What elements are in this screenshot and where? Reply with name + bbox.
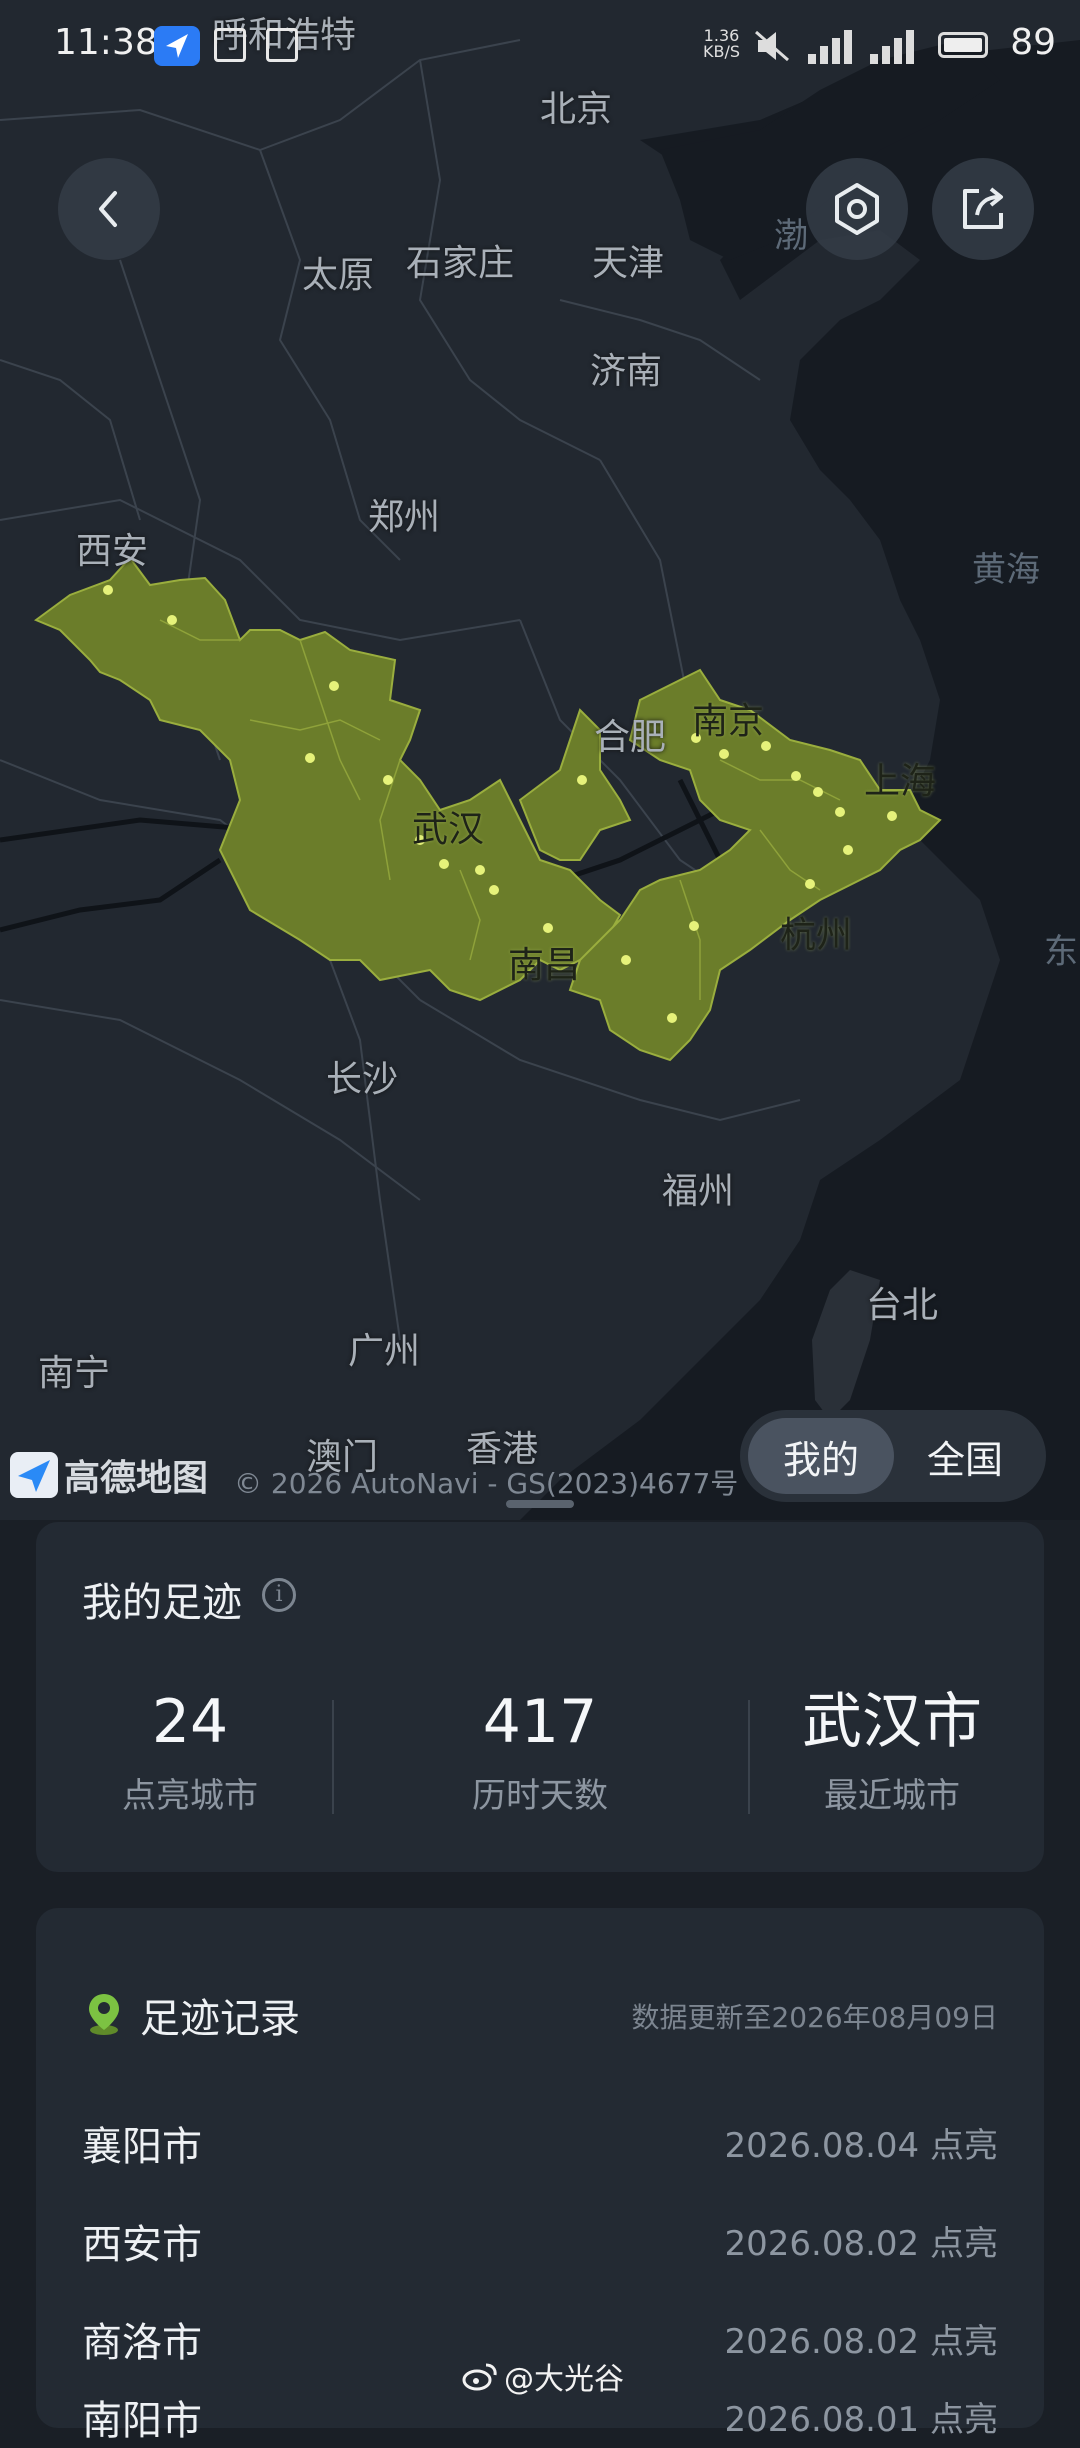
record-row[interactable]: 襄阳市 2026.08.04 点亮 (82, 2114, 998, 2174)
records-card: 足迹记录 数据更新至2026年08月09日 襄阳市 2026.08.04 点亮 … (36, 1908, 1044, 2444)
lit-city-dot (719, 749, 729, 759)
watermark-text: @大光谷 (504, 2362, 624, 2397)
lit-city-dot (843, 845, 853, 855)
map-label-hangzhou: 杭州 (780, 915, 853, 956)
record-city: 襄阳市 (82, 2124, 202, 2170)
lit-city-dot (439, 859, 449, 869)
network-speed: 1.36 KB/S (703, 28, 740, 60)
footprint-card: 我的足迹 i 24 点亮城市 417 历时天数 武汉市 最近城市 (36, 1522, 1044, 1872)
map-label-xian: 西安 (76, 531, 149, 572)
map-copyright: © 2026 AutoNavi - GS(2023)4677号 (234, 1467, 739, 1500)
lit-city-dot (689, 921, 699, 931)
map-label-hefei: 合肥 (594, 717, 667, 758)
records-title: 足迹记录 (140, 1996, 300, 2042)
stat-value: 417 (482, 1687, 598, 1757)
settings-button[interactable] (806, 158, 908, 260)
lit-city-dot (621, 955, 631, 965)
share-icon (963, 187, 1003, 229)
map-label-wuhan: 武汉 (412, 809, 485, 850)
record-row[interactable]: 西安市 2026.08.02 点亮 (82, 2212, 998, 2272)
lit-city-dot (835, 807, 845, 817)
records-updated: 数据更新至2026年08月09日 (631, 2001, 998, 2034)
lit-city-dot (805, 879, 815, 889)
record-date: 2026.08.01 点亮 (724, 2400, 998, 2440)
toggle-national[interactable]: 全国 (892, 1418, 1038, 1494)
record-date: 2026.08.02 点亮 (724, 2224, 998, 2264)
map-label-east-sea: 东 (1044, 932, 1078, 972)
lit-city-dot (305, 753, 315, 763)
chevron-left-icon (99, 191, 117, 227)
map-label-bohai: 渤 (774, 216, 808, 256)
battery-percent: 89 (1010, 22, 1056, 63)
back-button[interactable] (58, 158, 160, 260)
stat-days: 417 历时天数 (390, 1686, 690, 1817)
stat-divider (332, 1700, 334, 1814)
map-label-nanning: 南宁 (38, 1353, 111, 1394)
signal-icon (870, 30, 914, 64)
map-label-nanjing: 南京 (692, 701, 765, 742)
scope-toggle[interactable]: 我的 全国 (740, 1410, 1046, 1502)
record-city: 商洛市 (82, 2320, 202, 2366)
record-date: 2026.08.04 点亮 (724, 2126, 998, 2166)
map-label-yellow-sea: 黄海 (972, 550, 1040, 590)
lit-city-dot (329, 681, 339, 691)
network-speed-unit: KB/S (702, 42, 740, 61)
stat-recent-city: 武汉市 最近城市 (742, 1686, 1042, 1817)
share-button[interactable] (932, 158, 1034, 260)
location-pin-icon (89, 1994, 119, 2035)
lit-city-dot (667, 1013, 677, 1023)
notification-icon (266, 28, 298, 62)
stat-label: 最近城市 (824, 1776, 960, 1816)
amap-logo-icon (10, 1452, 58, 1498)
map-label-guangzhou: 广州 (348, 1331, 421, 1372)
status-time: 11:38 (54, 22, 158, 63)
map-label-jinan: 济南 (590, 351, 663, 392)
mute-icon (755, 30, 789, 62)
amap-logo: 高德地图 (10, 1450, 208, 1500)
stat-lit-cities: 24 点亮城市 (40, 1686, 340, 1817)
lit-city-dot (383, 775, 393, 785)
map-label-zhengzhou: 郑州 (368, 497, 441, 538)
weibo-icon (462, 2363, 497, 2391)
signal-5g-icon (808, 30, 852, 64)
map-label-changsha: 长沙 (326, 1059, 399, 1100)
map-label-shijiazhuang: 石家庄 (406, 243, 515, 284)
lit-city-dot (475, 865, 485, 875)
battery-icon (938, 32, 988, 58)
stat-label: 点亮城市 (122, 1776, 258, 1816)
map-label-taiyuan: 太原 (302, 255, 375, 296)
lit-city-dot (103, 585, 113, 595)
stat-value: 24 (151, 1687, 229, 1757)
lit-city-dot (577, 775, 587, 785)
map-label-tianjin: 天津 (592, 243, 665, 284)
lit-city-dot (543, 923, 553, 933)
navigation-arrow-icon (154, 26, 200, 66)
sheet-drag-handle[interactable] (506, 1500, 574, 1508)
record-city: 西安市 (82, 2222, 202, 2268)
status-bar: 11:38 1.36 KB/S 89 (0, 0, 1080, 90)
record-date: 2026.08.02 点亮 (724, 2322, 998, 2362)
sim-icon (214, 28, 246, 62)
footprint-title: 我的足迹 (82, 1580, 242, 1626)
lit-city-dot (489, 885, 499, 895)
stat-value: 武汉市 (802, 1687, 982, 1757)
lit-city-dot (887, 811, 897, 821)
toggle-mine[interactable]: 我的 (748, 1418, 894, 1494)
map-label-nanchang: 南昌 (508, 945, 581, 986)
lit-city-dot (813, 787, 823, 797)
map-label-shanghai: 上海 (864, 761, 937, 802)
weibo-watermark: @大光谷 (462, 2354, 624, 2398)
info-icon[interactable]: i (262, 1578, 296, 1612)
stat-label: 历时天数 (472, 1776, 608, 1816)
map-label-taipei: 台北 (866, 1285, 939, 1326)
lit-city-dot (791, 771, 801, 781)
record-city: 南阳市 (82, 2398, 202, 2444)
hexagon-settings-icon (835, 183, 879, 235)
amap-logo-text: 高德地图 (64, 1458, 209, 1499)
map-label-fuzhou: 福州 (662, 1171, 735, 1212)
lit-city-dot (167, 615, 177, 625)
